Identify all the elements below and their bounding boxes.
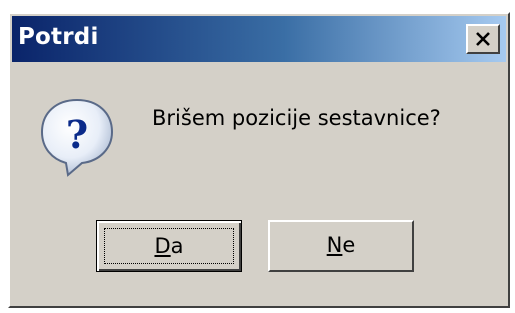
yes-label-rest: a bbox=[170, 234, 184, 258]
title-bar[interactable]: Potrdi bbox=[12, 16, 506, 62]
close-button[interactable] bbox=[466, 24, 500, 54]
window-title: Potrdi bbox=[18, 24, 99, 50]
yes-button[interactable]: Da bbox=[96, 220, 242, 272]
svg-text:?: ? bbox=[66, 112, 88, 157]
question-icon: ? bbox=[40, 98, 114, 177]
close-icon bbox=[476, 32, 490, 46]
confirm-dialog: Potrdi ? Brišem pozicije sestavnice? Da … bbox=[8, 12, 510, 308]
no-button[interactable]: Ne bbox=[268, 220, 414, 272]
no-label-rest: e bbox=[342, 233, 356, 257]
no-mnemonic: N bbox=[326, 233, 343, 257]
dialog-message: Brišem pozicije sestavnice? bbox=[152, 106, 441, 130]
focus-rect: Da bbox=[104, 228, 234, 264]
yes-mnemonic: D bbox=[154, 234, 171, 258]
